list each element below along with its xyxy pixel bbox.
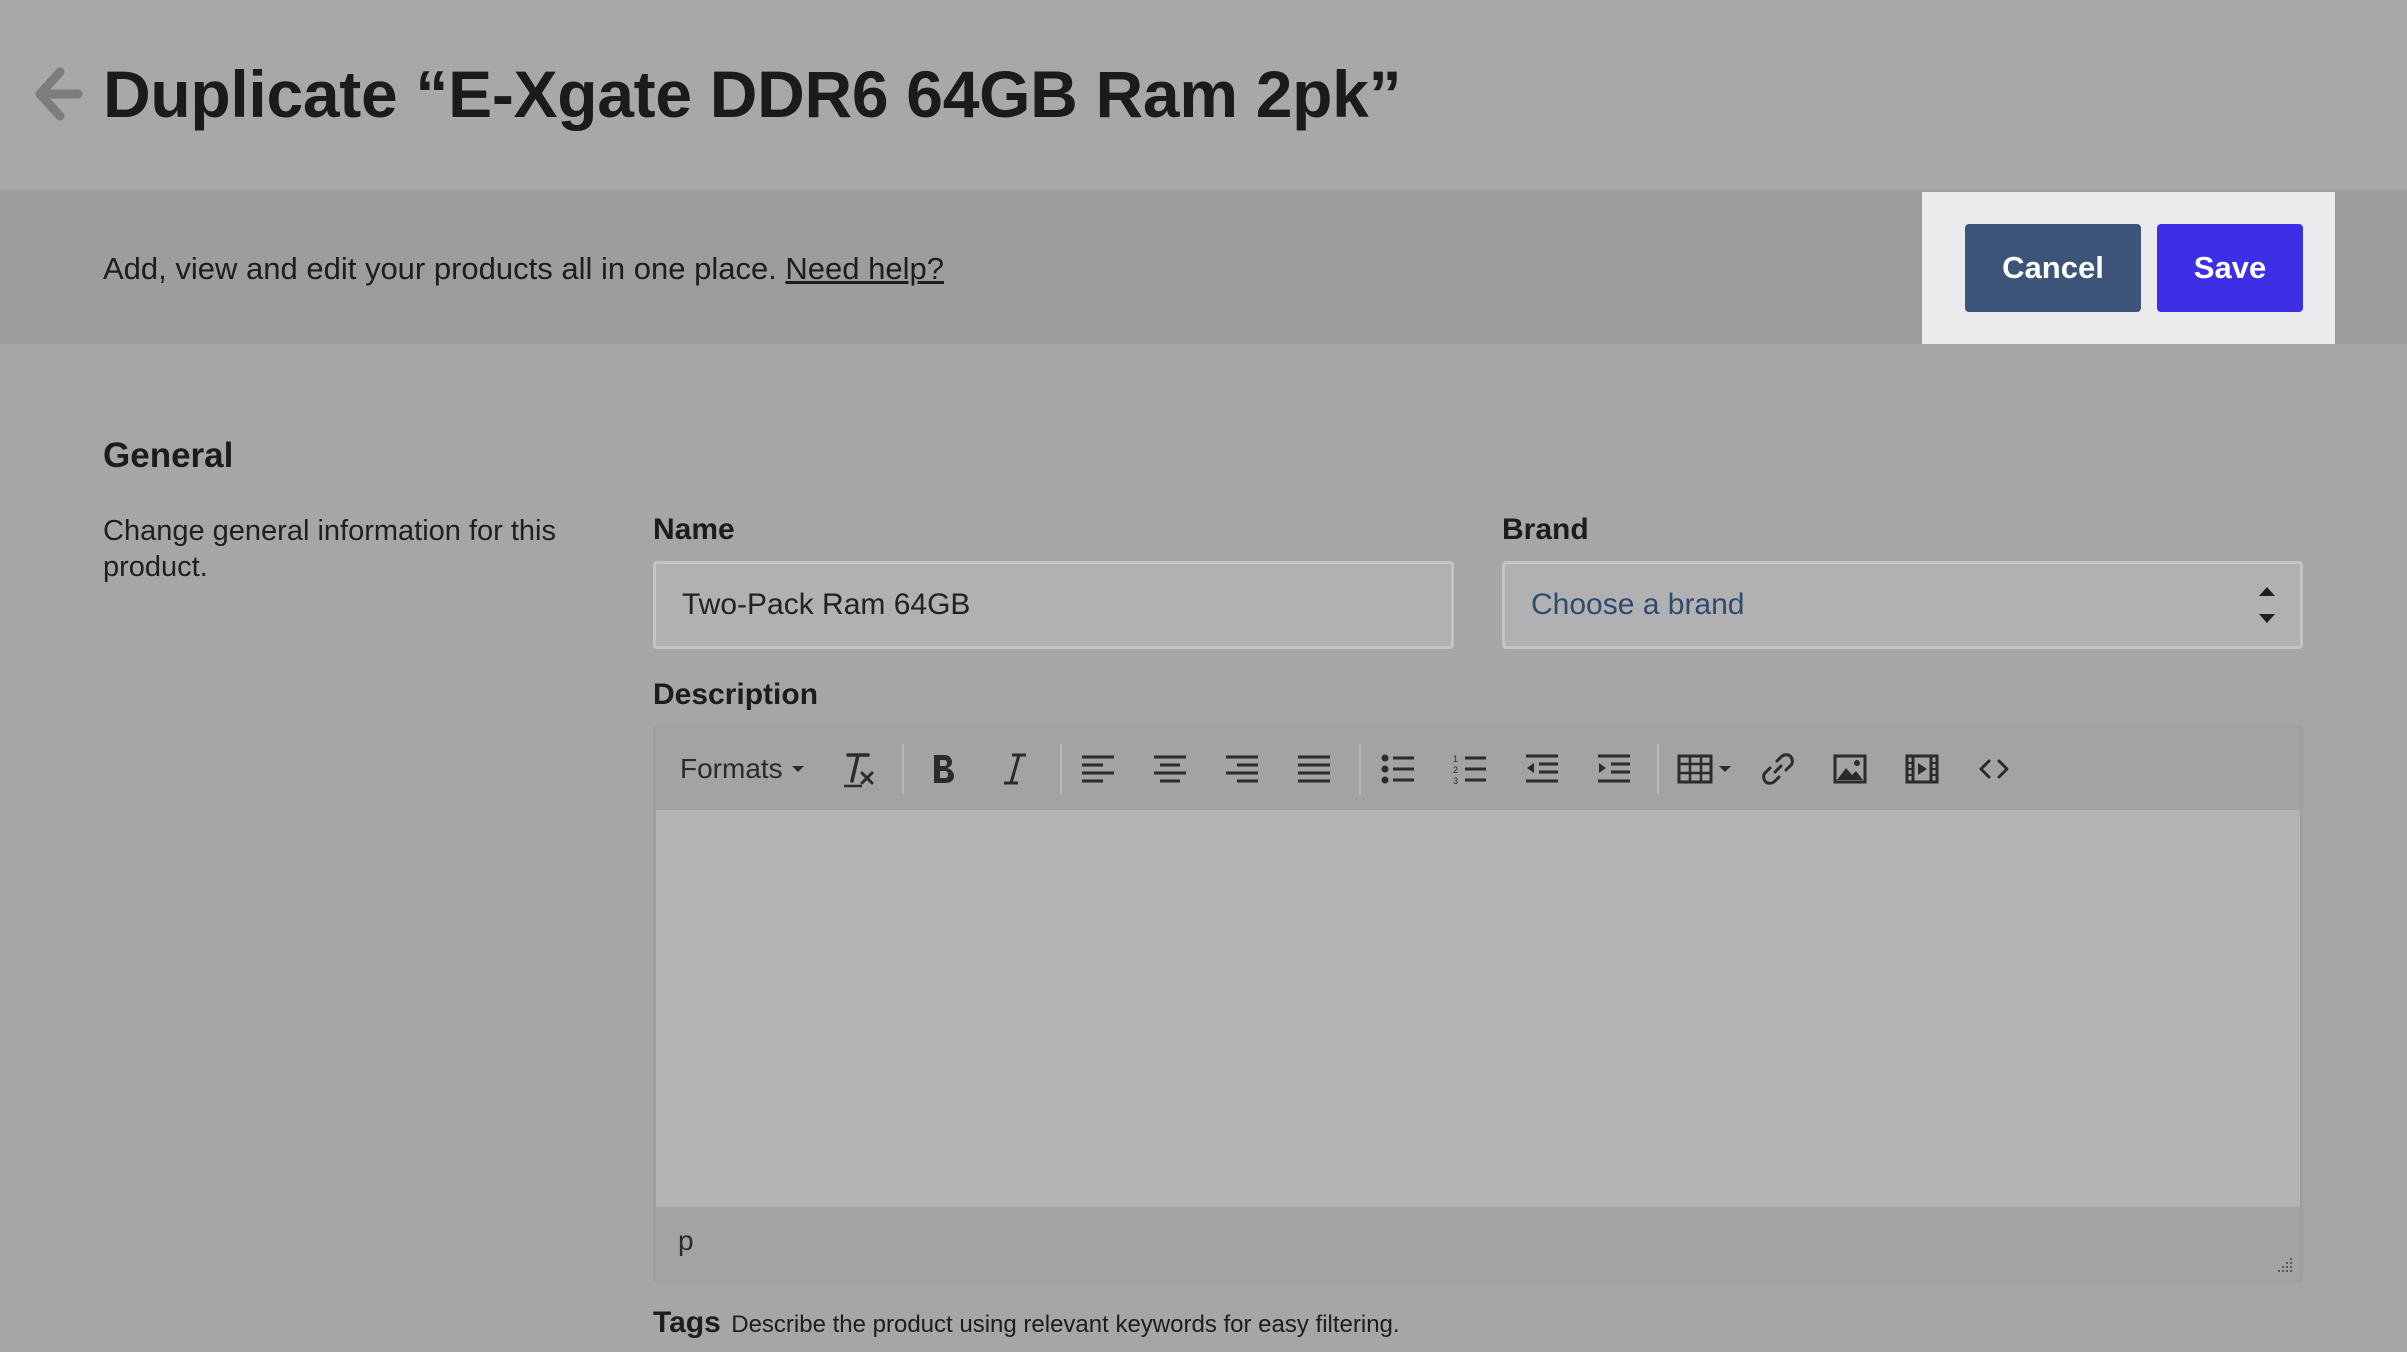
brand-select-value: Choose a brand xyxy=(1531,588,1745,621)
tags-help-text: Describe the product using relevant keyw… xyxy=(731,1311,1400,1338)
align-right-icon[interactable] xyxy=(1220,742,1264,796)
resize-handle-icon[interactable] xyxy=(2274,1254,2294,1274)
svg-text:2: 2 xyxy=(1453,765,1458,775)
link-icon[interactable] xyxy=(1756,742,1800,796)
align-left-icon[interactable] xyxy=(1076,742,1120,796)
svg-text:1: 1 xyxy=(1453,754,1458,764)
element-path[interactable]: p xyxy=(678,1225,694,1257)
source-code-icon[interactable] xyxy=(1972,742,2016,796)
info-text: Add, view and edit your products all in … xyxy=(103,249,944,289)
outdent-icon[interactable] xyxy=(1520,742,1564,796)
align-justify-icon[interactable] xyxy=(1292,742,1336,796)
brand-select[interactable]: Choose a brand xyxy=(1502,561,2303,649)
section-description: Change general information for this prod… xyxy=(103,515,556,583)
toolbar-separator xyxy=(902,744,904,794)
toolbar-separator xyxy=(1060,744,1062,794)
select-arrows-icon xyxy=(2256,578,2278,632)
brand-label: Brand xyxy=(1502,513,1589,546)
indent-icon[interactable] xyxy=(1592,742,1636,796)
table-icon[interactable] xyxy=(1676,742,1736,796)
description-editor: Formats 1 2 3 p xyxy=(653,725,2303,1283)
save-button[interactable]: Save xyxy=(2157,224,2303,312)
back-arrow-icon[interactable] xyxy=(34,64,84,124)
media-icon[interactable] xyxy=(1900,742,1944,796)
italic-icon[interactable] xyxy=(993,742,1037,796)
toolbar-separator xyxy=(1359,744,1361,794)
toolbar-separator xyxy=(1657,744,1659,794)
tags-row: Tags Describe the product using relevant… xyxy=(653,1306,1400,1340)
caret-down-icon xyxy=(791,764,805,774)
editor-statusbar: p xyxy=(656,1207,2300,1280)
numbered-list-icon[interactable]: 1 2 3 xyxy=(1448,742,1492,796)
name-label: Name xyxy=(653,513,735,546)
formats-dropdown[interactable]: Formats xyxy=(680,742,810,796)
editor-toolbar: Formats 1 2 3 xyxy=(656,728,2300,810)
name-input[interactable] xyxy=(653,561,1454,649)
section-title-general: General xyxy=(103,436,234,475)
svg-text:3: 3 xyxy=(1453,776,1458,785)
image-icon[interactable] xyxy=(1828,742,1872,796)
need-help-link[interactable]: Need help? xyxy=(785,251,944,286)
bold-icon[interactable] xyxy=(921,742,965,796)
description-label: Description xyxy=(653,678,819,711)
cancel-button[interactable]: Cancel xyxy=(1965,224,2141,312)
page-header: Duplicate “E-Xgate DDR6 64GB Ram 2pk” xyxy=(0,0,2407,190)
clear-formatting-icon[interactable] xyxy=(840,742,880,796)
align-center-icon[interactable] xyxy=(1148,742,1192,796)
tags-label: Tags xyxy=(653,1306,721,1339)
page-title: Duplicate “E-Xgate DDR6 64GB Ram 2pk” xyxy=(103,57,1402,131)
bullet-list-icon[interactable] xyxy=(1376,742,1420,796)
editor-content-area[interactable] xyxy=(656,810,2300,1210)
info-message: Add, view and edit your products all in … xyxy=(103,251,777,286)
formats-label: Formats xyxy=(680,753,783,784)
